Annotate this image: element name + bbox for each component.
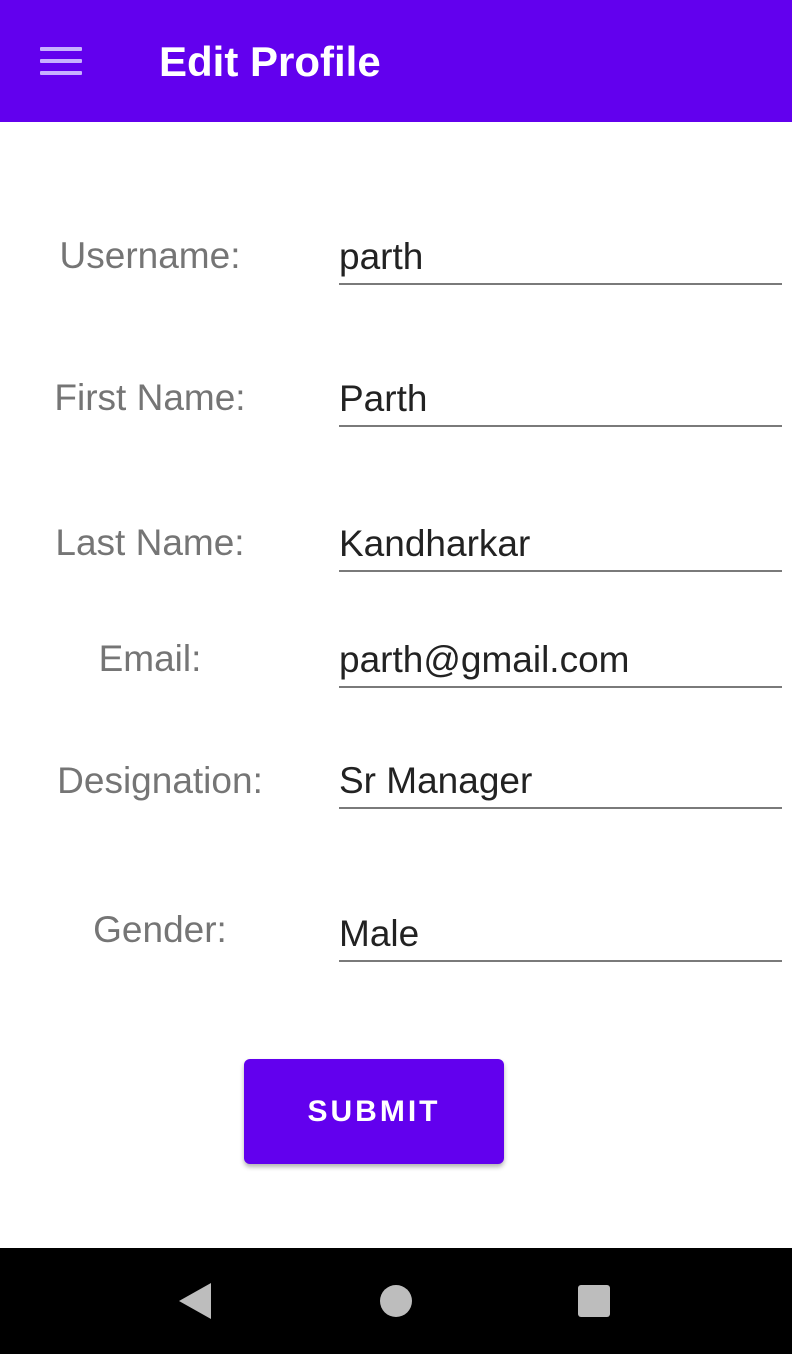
first-name-input[interactable] xyxy=(339,373,782,427)
submit-button[interactable]: SUBMIT xyxy=(244,1059,504,1164)
home-circle-icon[interactable] xyxy=(380,1285,412,1317)
gender-label: Gender: xyxy=(93,909,227,950)
last-name-label: Last Name: xyxy=(55,522,245,563)
page-title: Edit Profile xyxy=(159,38,381,85)
designation-label: Designation: xyxy=(57,760,263,801)
menu-icon-line xyxy=(40,71,82,75)
email-input[interactable] xyxy=(339,634,782,688)
first-name-label: First Name: xyxy=(54,377,246,418)
app-bar: Edit Profile xyxy=(0,0,792,122)
back-triangle-icon[interactable] xyxy=(179,1283,211,1319)
menu-icon-line xyxy=(40,47,82,51)
last-name-input[interactable] xyxy=(339,518,782,572)
recents-square-icon[interactable] xyxy=(578,1285,610,1317)
menu-icon-line xyxy=(40,59,82,63)
username-input[interactable] xyxy=(339,231,782,285)
email-label: Email: xyxy=(98,638,202,679)
designation-input[interactable] xyxy=(339,755,782,809)
hamburger-menu-icon[interactable] xyxy=(40,44,82,76)
gender-input[interactable] xyxy=(339,908,782,962)
username-label: Username: xyxy=(59,235,241,276)
